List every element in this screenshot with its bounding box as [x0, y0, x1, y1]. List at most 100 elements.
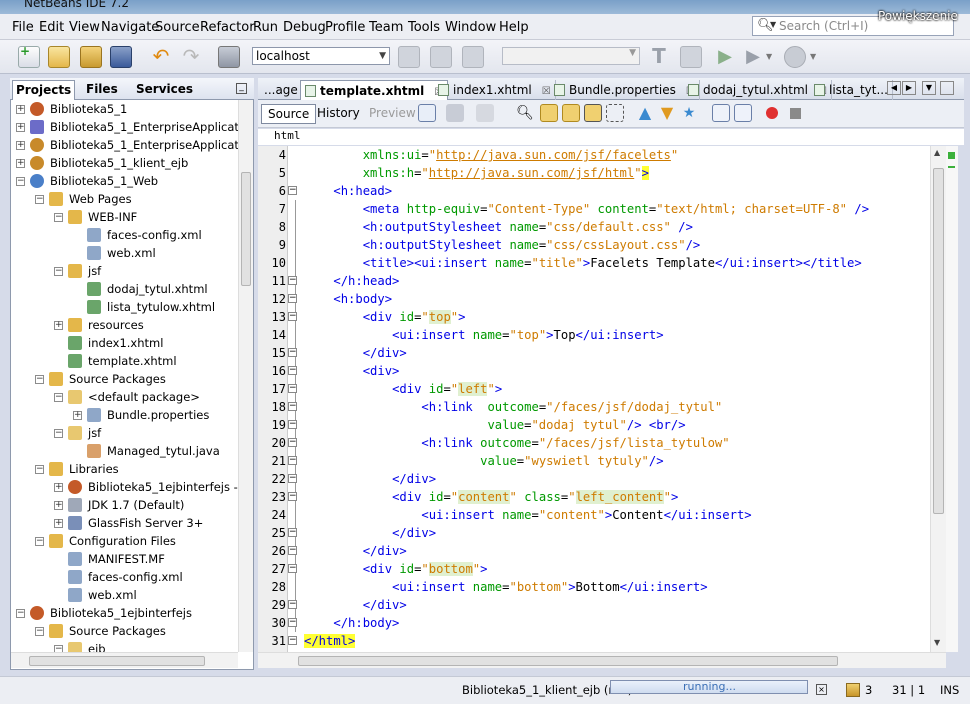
- code-line[interactable]: </div>: [304, 596, 407, 614]
- fold-toggle-icon[interactable]: −: [288, 366, 297, 375]
- tasks-icon[interactable]: [846, 683, 860, 697]
- tree-node[interactable]: faces-config.xml: [12, 568, 238, 586]
- fold-toggle-icon[interactable]: −: [288, 384, 297, 393]
- tree-node[interactable]: index1.xhtml: [12, 334, 238, 352]
- code-line[interactable]: xmlns:h="http://java.sun.com/jsf/html">: [304, 164, 649, 182]
- tree-node[interactable]: + Biblioteka5_1_klient_ejb: [12, 154, 238, 172]
- progress-bar[interactable]: running...: [610, 680, 808, 694]
- collapse-icon[interactable]: −: [35, 465, 44, 474]
- tree-node[interactable]: web.xml: [12, 586, 238, 604]
- redo-icon[interactable]: ↷: [180, 46, 202, 68]
- code-line[interactable]: <ui:insert name="content">Content</ui:in…: [304, 506, 751, 524]
- editor-horizontal-scrollbar[interactable]: [258, 652, 946, 668]
- find-next-icon[interactable]: [562, 104, 580, 122]
- fold-toggle-icon[interactable]: −: [288, 618, 297, 627]
- collapse-icon[interactable]: −: [16, 609, 25, 618]
- open-project-icon[interactable]: [80, 46, 102, 68]
- expand-icon[interactable]: +: [54, 483, 63, 492]
- fold-toggle-icon[interactable]: −: [288, 438, 297, 447]
- fold-toggle-icon[interactable]: −: [288, 276, 297, 285]
- fold-toggle-icon[interactable]: −: [288, 492, 297, 501]
- breadcrumb[interactable]: html: [258, 129, 964, 145]
- tree-node[interactable]: − Biblioteka5_1ejbinterfejs: [12, 604, 238, 622]
- tree-node[interactable]: + Biblioteka5_1_EnterpriseApplication: [12, 118, 238, 136]
- code-line[interactable]: </div>: [304, 524, 436, 542]
- collapse-icon[interactable]: −: [54, 267, 63, 276]
- collapse-icon[interactable]: −: [54, 213, 63, 222]
- code-line[interactable]: </div>: [304, 470, 436, 488]
- history-view-button[interactable]: History: [311, 104, 366, 124]
- code-line[interactable]: xmlns:ui="http://java.sun.com/jsf/facele…: [304, 146, 679, 164]
- tree-node[interactable]: + Biblioteka5_1ejbinterfejs - dist: [12, 478, 238, 496]
- collapse-icon[interactable]: −: [35, 627, 44, 636]
- code-line[interactable]: <h:head>: [304, 182, 392, 200]
- code-line[interactable]: <h:body>: [304, 290, 392, 308]
- code-line[interactable]: </div>: [304, 344, 407, 362]
- tree-node[interactable]: − Libraries: [12, 460, 238, 478]
- expand-icon[interactable]: +: [16, 159, 25, 168]
- menu-tools[interactable]: Tools: [408, 20, 440, 35]
- code-line[interactable]: value="dodaj tytul"/> <br/>: [304, 416, 685, 434]
- scroll-thumb[interactable]: [29, 656, 205, 666]
- editor-vertical-scrollbar[interactable]: ▲ ▼: [930, 146, 946, 652]
- undo-icon[interactable]: ↶: [150, 46, 172, 68]
- expand-icon[interactable]: +: [16, 105, 25, 114]
- new-file-icon[interactable]: +: [18, 44, 40, 68]
- collapse-icon[interactable]: −: [35, 195, 44, 204]
- shift-left-icon[interactable]: [712, 104, 730, 122]
- tree-node[interactable]: − WEB-INF: [12, 208, 238, 226]
- code-line[interactable]: <ui:insert name="top">Top</ui:insert>: [304, 326, 664, 344]
- code-line[interactable]: <div id="top">: [304, 308, 465, 326]
- code-line[interactable]: </h:head>: [304, 272, 399, 290]
- fold-toggle-icon[interactable]: −: [288, 456, 297, 465]
- fold-toggle-icon[interactable]: −: [288, 402, 297, 411]
- scroll-thumb[interactable]: [298, 656, 838, 666]
- collapse-icon[interactable]: −: [54, 429, 63, 438]
- tab-scroll-right-icon[interactable]: ▶: [902, 81, 916, 95]
- menu-window[interactable]: Window: [445, 20, 496, 35]
- tab-projects[interactable]: Projects: [12, 80, 76, 100]
- scroll-thumb[interactable]: [933, 168, 944, 514]
- collapse-icon[interactable]: −: [35, 537, 44, 546]
- expand-icon[interactable]: +: [16, 123, 25, 132]
- tree-node[interactable]: faces-config.xml: [12, 226, 238, 244]
- menu-refactor[interactable]: Refactor: [200, 20, 255, 35]
- select-icon[interactable]: [606, 104, 624, 122]
- menu-view[interactable]: View: [69, 20, 100, 35]
- menu-source[interactable]: Source: [155, 20, 200, 35]
- expand-icon[interactable]: +: [73, 411, 82, 420]
- tree-node[interactable]: − Configuration Files: [12, 532, 238, 550]
- tree-node[interactable]: − <default package>: [12, 388, 238, 406]
- collapse-icon[interactable]: −: [54, 393, 63, 402]
- tree-node[interactable]: − Web Pages: [12, 190, 238, 208]
- fold-toggle-icon[interactable]: −: [288, 348, 297, 357]
- source-view-button[interactable]: Source: [261, 104, 317, 124]
- scroll-up-icon[interactable]: ▲: [934, 148, 940, 157]
- code-line[interactable]: <h:outputStylesheet name="css/default.cs…: [304, 218, 693, 236]
- code-line[interactable]: <meta http-equiv="Content-Type" content=…: [304, 200, 869, 218]
- fold-toggle-icon[interactable]: −: [288, 312, 297, 321]
- code-line[interactable]: <div id="content" class="left_content">: [304, 488, 678, 506]
- fold-toggle-icon[interactable]: −: [288, 186, 297, 195]
- fold-toggle-icon[interactable]: −: [288, 528, 297, 537]
- fold-toggle-icon[interactable]: −: [288, 546, 297, 555]
- previous-bookmark-icon[interactable]: ▲: [636, 104, 654, 122]
- menu-help[interactable]: Help: [499, 20, 529, 35]
- editor-tab[interactable]: lista_tyt...: [810, 80, 893, 100]
- tree-node[interactable]: lista_tytulow.xhtml: [12, 298, 238, 316]
- menu-debug[interactable]: Debug: [283, 20, 326, 35]
- tab-services[interactable]: Services: [136, 82, 193, 96]
- code-line[interactable]: <title><ui:insert name="title">Facelets …: [304, 254, 862, 272]
- tab-list-icon[interactable]: ▼: [922, 81, 936, 95]
- next-bookmark-icon[interactable]: ▼: [658, 104, 676, 122]
- tree-vertical-scrollbar[interactable]: [238, 100, 253, 652]
- minimize-panel-icon[interactable]: _: [236, 83, 247, 94]
- menu-file[interactable]: File: [12, 20, 34, 35]
- tree-node[interactable]: web.xml: [12, 244, 238, 262]
- toggle-bookmark-icon[interactable]: ★: [680, 104, 698, 122]
- expand-icon[interactable]: +: [54, 321, 63, 330]
- code-line[interactable]: </div>: [304, 542, 407, 560]
- shift-right-icon[interactable]: [734, 104, 752, 122]
- running-task-label[interactable]: Biblioteka5_1_klient_ejb (run): [462, 683, 632, 697]
- scroll-thumb[interactable]: [241, 172, 251, 286]
